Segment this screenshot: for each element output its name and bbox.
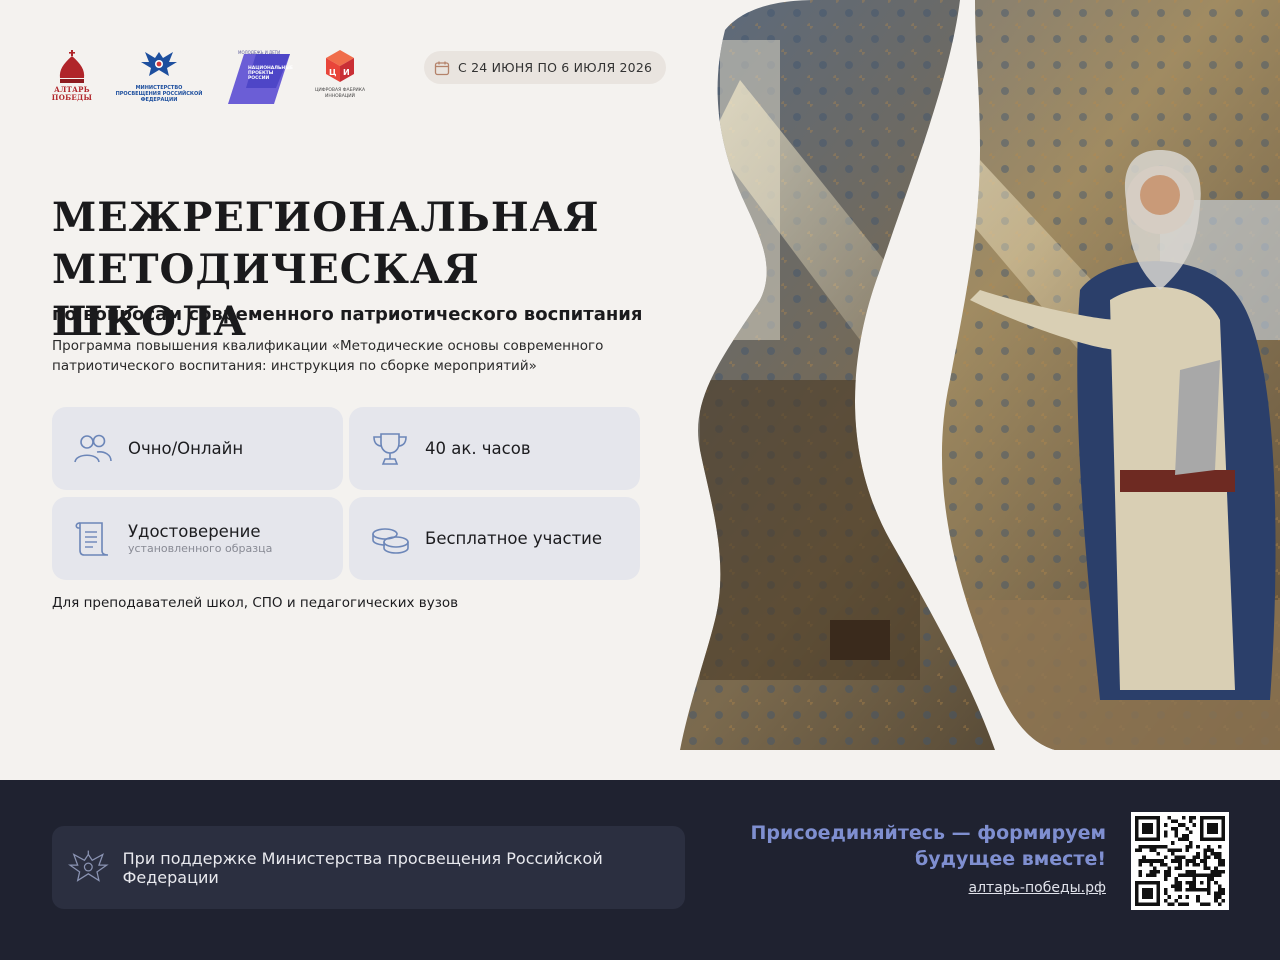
svg-text:Ц: Ц: [329, 68, 336, 77]
cube-icon: Ц И: [326, 50, 354, 82]
title-line-2: МЕТОДИЧЕСКАЯ ШКОЛА: [52, 246, 480, 345]
feature-label-certificate: Удостоверение: [128, 522, 261, 541]
hero-painting: [680, 0, 1280, 750]
website-link[interactable]: алтарь-победы.рф: [969, 880, 1106, 896]
partner-logos: АЛТАРЬ ПОБЕДЫ МИНИСТЕРСТВО ПРОСВЕЩЕНИЯ Р…: [52, 44, 392, 108]
national-projects-caption: МОЛОДЕЖЬ И ДЕТИ: [238, 50, 281, 55]
national-projects-logo: МОЛОДЕЖЬ И ДЕТИ НАЦИОНАЛЬНЫЕ ПРОЕКТЫ РОС…: [226, 48, 293, 104]
feature-card-format: Очно/Онлайн: [52, 407, 343, 490]
join-line-1: Присоединяйтесь — формируем: [750, 822, 1106, 844]
date-text: С 24 ИЮНЯ ПО 6 ИЮЛЯ 2026: [458, 60, 653, 75]
feature-card-hours: 40 ак. часов: [349, 407, 640, 490]
trophy-icon: [373, 432, 407, 465]
feature-sublabel-certificate: установленного образца: [128, 542, 273, 555]
eagle-emblem-icon: [141, 52, 177, 76]
ministry-logo: МИНИСТЕРСТВО ПРОСВЕЩЕНИЯ РОССИЙСКОЙ ФЕДЕ…: [114, 48, 204, 103]
ministry-logo-text: МИНИСТЕРСТВО ПРОСВЕЩЕНИЯ РОССИЙСКОЙ ФЕДЕ…: [115, 85, 203, 103]
feature-card-free: Бесплатное участие: [349, 497, 640, 580]
scroll-icon: [75, 521, 109, 556]
date-badge: С 24 ИЮНЯ ПО 6 ИЮЛЯ 2026: [424, 51, 666, 84]
altar-logo-text: АЛТАРЬ ПОБЕДЫ: [51, 85, 93, 102]
support-banner: При поддержке Министерства просвещения Р…: [52, 826, 685, 909]
feature-label-free: Бесплатное участие: [425, 529, 603, 548]
cfi-logo-text: ЦИФРОВАЯ ФАБРИКА ИННОВАЦИЙ: [314, 88, 366, 99]
page-subtitle: по вопросам современного патриотического…: [52, 304, 643, 325]
feature-label-format: Очно/Онлайн: [128, 439, 244, 458]
people-icon: [74, 434, 112, 462]
feature-label-hours: 40 ак. часов: [425, 439, 531, 458]
feature-card-certificate: Удостоверение установленного образца: [52, 497, 343, 580]
cfi-logo: Ц И ЦИФРОВАЯ ФАБРИКА ИННОВАЦИЙ: [310, 48, 370, 99]
coins-icon: [372, 527, 409, 554]
title-line-1: МЕЖРЕГИОНАЛЬНАЯ: [52, 194, 600, 241]
join-line-2: будущее вместе!: [914, 848, 1106, 870]
qr-code[interactable]: [1131, 812, 1229, 910]
dome-icon: [59, 50, 85, 83]
calendar-icon: [434, 61, 450, 75]
program-description: Программа повышения квалификации «Методи…: [52, 338, 604, 374]
eagle-emblem-icon: [68, 850, 109, 882]
qr-code-icon: [1135, 816, 1225, 906]
svg-text:И: И: [343, 68, 350, 77]
national-projects-text: НАЦИОНАЛЬНЫЕ ПРОЕКТЫ РОССИИ: [248, 66, 293, 81]
target-audience: Для преподавателей школ, СПО и педагогич…: [52, 595, 459, 611]
support-text: При поддержке Министерства просвещения Р…: [122, 848, 603, 887]
footer: При поддержке Министерства просвещения Р…: [0, 780, 1280, 960]
altar-pobedy-logo: АЛТАРЬ ПОБЕДЫ: [52, 50, 92, 102]
join-call: Присоединяйтесь — формируем будущее вмес…: [726, 820, 1106, 896]
